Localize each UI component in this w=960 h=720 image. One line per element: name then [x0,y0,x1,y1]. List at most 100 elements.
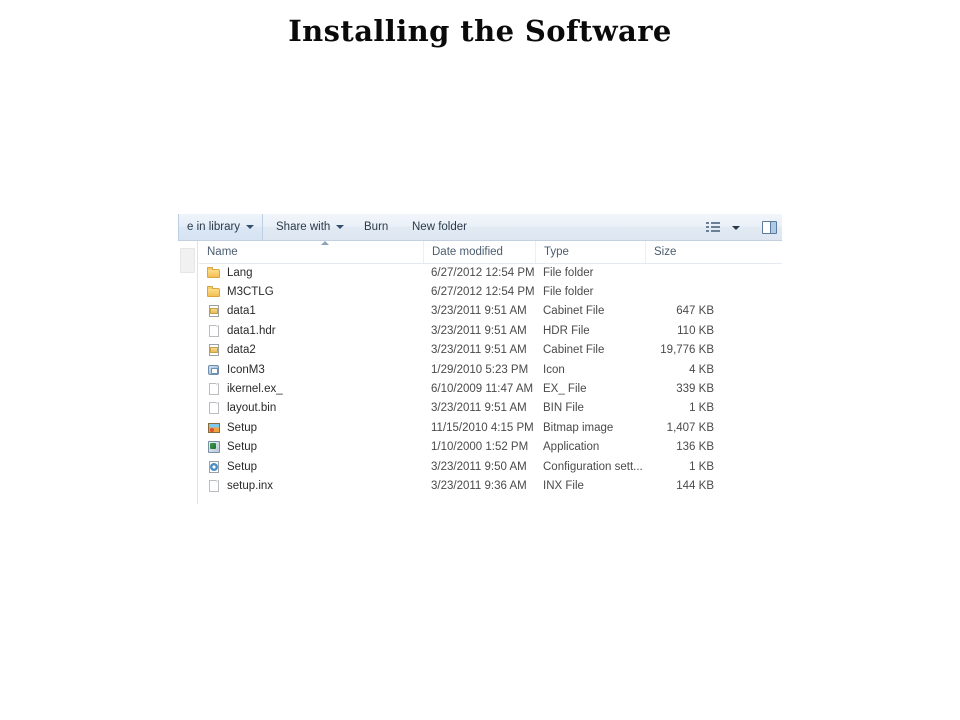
page-icon [207,401,221,415]
page-icon [207,324,221,338]
file-name-label: ikernel.ex_ [227,383,283,395]
column-header-size[interactable]: Size [645,241,718,263]
file-size-cell: 1 KB [599,457,714,476]
column-header-size-label: Size [654,246,676,258]
file-size-cell: 1 KB [599,399,714,418]
file-name-cell: setup.inx [207,476,273,495]
navigation-pane-scroll-thumb[interactable] [180,248,195,273]
file-rows-container: Lang 6/27/2012 12:54 PM File folder M3CTLG 6… [199,263,782,504]
explorer-toolbar: e in library Share with Burn New folder [178,214,782,241]
column-header-name[interactable]: Name [199,241,423,263]
toolbar-button-new-folder-label: New folder [412,221,467,233]
file-name-label: IconM3 [227,364,265,376]
file-name-cell: Setup [207,457,257,476]
file-row[interactable]: IconM31/29/2010 5:23 PMIcon4 KB [199,360,782,379]
file-row[interactable]: ikernel.ex_ 6/10/2009 11:47 AM EX_ File 339… [199,379,782,398]
file-name-cell: layout.bin [207,399,276,418]
file-date-cell: 6/27/2012 12:54 PM [431,282,535,301]
file-row[interactable]: M3CTLG 6/27/2012 12:54 PM File folder [199,282,782,301]
file-name-label: Setup [227,461,257,473]
file-row[interactable]: Setup1/10/2000 1:52 PMApplication136 KB [199,438,782,457]
file-name-label: Lang [227,267,253,279]
file-name-label: M3CTLG [227,286,274,298]
cab-icon [207,343,221,357]
column-header-type[interactable]: Type [535,241,645,263]
page-icon [207,479,221,493]
file-name-label: setup.inx [227,480,273,492]
chevron-down-icon [246,225,254,229]
file-size-cell: 339 KB [599,379,714,398]
file-name-cell: Lang [207,263,253,282]
file-name-cell: data2 [207,341,256,360]
file-row[interactable]: layout.bin3/23/2011 9:51 AMBIN File1 KB [199,399,782,418]
file-row[interactable]: setup.inx 3/23/2011 9:36 AM INX File 144 KB [199,476,782,495]
file-date-cell: 3/23/2011 9:50 AM [431,457,527,476]
preview-pane-icon [762,221,777,234]
toolbar-button-share-with[interactable]: Share with [268,215,352,239]
file-name-label: Setup [227,422,257,434]
column-header-date-modified-label: Date modified [432,246,503,258]
file-explorer-window: e in library Share with Burn New folder [178,214,782,504]
file-type-cell: Cabinet File [543,341,604,360]
file-name-cell: Setup [207,418,257,437]
toolbar-button-burn-label: Burn [364,221,388,233]
file-row[interactable]: Lang 6/27/2012 12:54 PM File folder [199,263,782,282]
file-type-cell: HDR File [543,321,590,340]
file-date-cell: 1/29/2010 5:23 PM [431,360,528,379]
file-row[interactable]: Setup11/15/2010 4:15 PMBitmap image1,407… [199,418,782,437]
file-date-cell: 1/10/2000 1:52 PM [431,438,528,457]
toolbar-button-include-in-library-label: e in library [187,221,240,233]
view-options-button[interactable] [706,217,758,238]
toolbar-button-include-in-library[interactable]: e in library [178,214,263,240]
file-type-cell: Cabinet File [543,302,604,321]
file-name-label: data2 [227,344,256,356]
file-type-cell: File folder [543,263,594,282]
toolbar-button-share-with-label: Share with [276,221,330,233]
page-icon [207,382,221,396]
file-type-cell: Icon [543,360,565,379]
toolbar-button-new-folder[interactable]: New folder [404,215,475,239]
file-date-cell: 11/15/2010 4:15 PM [431,418,534,437]
file-size-cell: 19,776 KB [599,341,714,360]
file-date-cell: 3/23/2011 9:51 AM [431,321,527,340]
preview-pane-button[interactable] [758,216,780,238]
file-size-cell: 144 KB [599,476,714,495]
file-row[interactable]: data23/23/2011 9:51 AMCabinet File19,776… [199,341,782,360]
app-icon [207,440,221,454]
column-header-row: Name Date modified Type Size [199,241,782,264]
file-name-label: layout.bin [227,402,276,414]
file-name-cell: data1 [207,302,256,321]
file-type-cell: File folder [543,282,594,301]
cfg-icon [207,460,221,474]
file-date-cell: 3/23/2011 9:51 AM [431,302,527,321]
list-view-icon [706,222,721,234]
file-row[interactable]: data1 3/23/2011 9:51 AM Cabinet File647 KB [199,302,782,321]
file-size-cell [599,263,714,282]
file-name-cell: ikernel.ex_ [207,379,283,398]
file-size-cell: 647 KB [599,302,714,321]
file-date-cell: 3/23/2011 9:36 AM [431,476,527,495]
file-name-label: Setup [227,441,257,453]
column-header-date-modified[interactable]: Date modified [423,241,535,263]
chevron-down-icon [732,226,740,230]
file-name-cell: M3CTLG [207,282,274,301]
file-type-cell: EX_ File [543,379,586,398]
file-size-cell [599,282,714,301]
file-size-cell: 110 KB [599,321,714,340]
column-header-name-label: Name [207,246,238,258]
folder-icon [207,285,221,299]
file-date-cell: 3/23/2011 9:51 AM [431,399,527,418]
file-row[interactable]: Setup3/23/2011 9:50 AMConfiguration sett… [199,457,782,476]
file-type-cell: Application [543,438,599,457]
navigation-pane [178,241,198,504]
file-date-cell: 6/27/2012 12:54 PM [431,263,535,282]
cab-icon [207,304,221,318]
file-size-cell: 1,407 KB [599,418,714,437]
toolbar-button-burn[interactable]: Burn [356,215,396,239]
file-row[interactable]: data1.hdr3/23/2011 9:51 AMHDR File110 KB [199,321,782,340]
page-title: Installing the Software [0,14,960,48]
folder-icon [207,266,221,280]
file-list: Name Date modified Type Size Lang 6/27/20… [199,241,782,504]
file-type-cell: INX File [543,476,584,495]
file-date-cell: 6/10/2009 11:47 AM [431,379,533,398]
